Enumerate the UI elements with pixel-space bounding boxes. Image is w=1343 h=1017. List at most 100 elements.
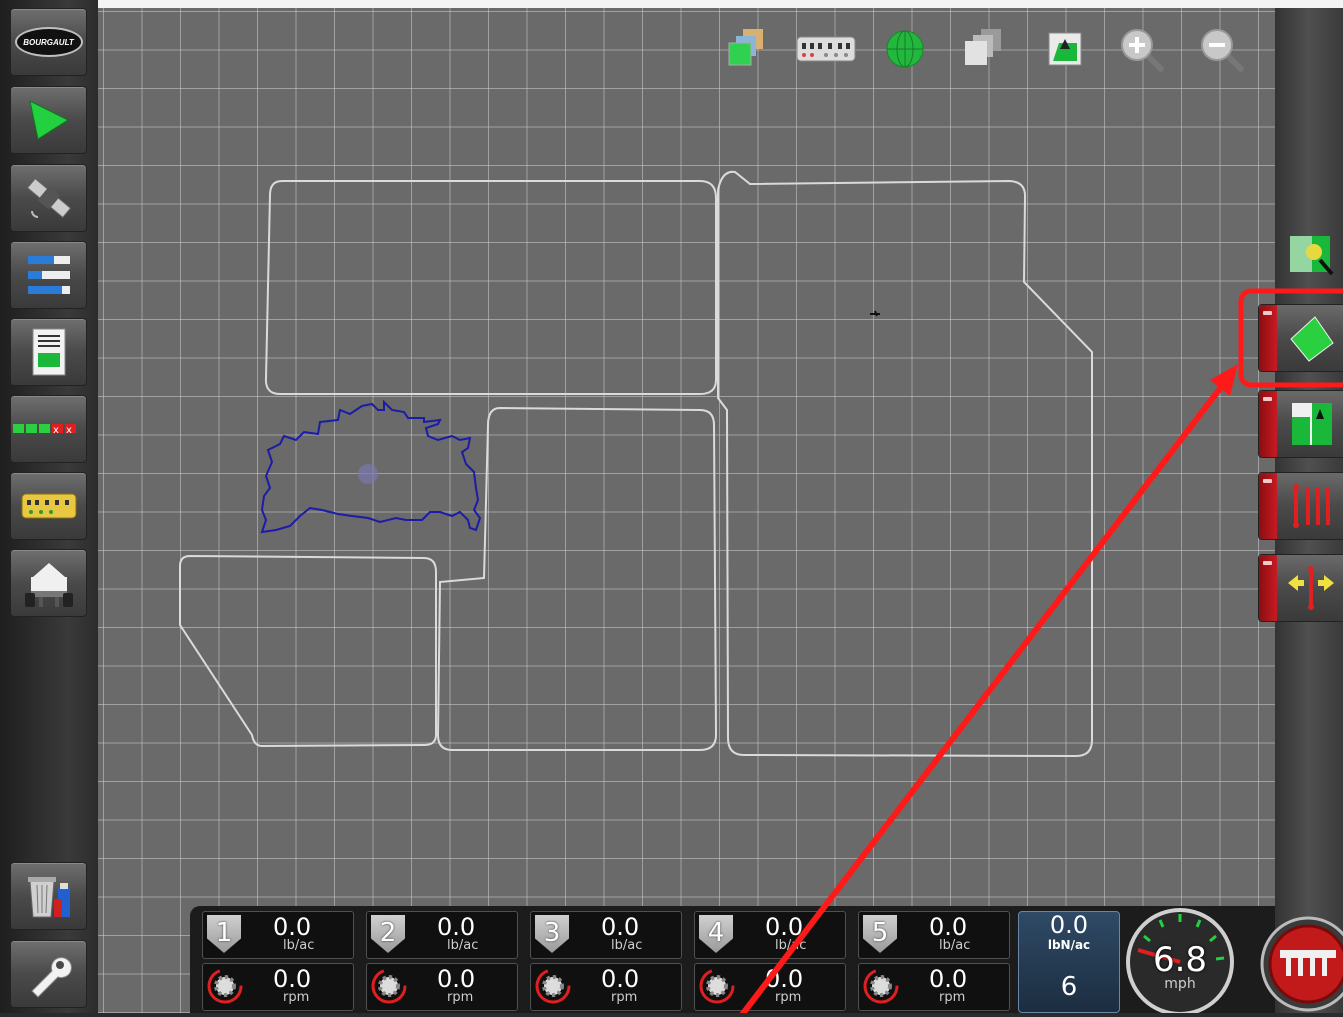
headland-icon [1283, 399, 1339, 449]
implement-stop-icon [1260, 916, 1343, 1012]
meter-gear-icon [699, 968, 735, 1004]
product-3-rate: 0.0 [601, 913, 640, 941]
product-3-speed-cell: 0.0 rpm [530, 963, 682, 1011]
meter-gear-icon [863, 968, 899, 1004]
meter-gear-icon [207, 968, 243, 1004]
product-1-rate: 0.0 [273, 913, 312, 941]
product-1-panel[interactable]: 1 0.0 lb/ac 0.0 rpm [196, 911, 354, 1011]
globe-icon[interactable] [880, 24, 930, 74]
product-2-speed-unit: rpm [447, 990, 474, 1005]
gps-satellite-button[interactable] [10, 164, 87, 232]
guidance-button[interactable] [10, 86, 87, 154]
product-4-panel[interactable]: 4 0.0 lb/ac 0.0 rpm [688, 911, 846, 1011]
field-boundary-4 [179, 554, 437, 748]
air-cart-icon [24, 563, 73, 607]
svg-text:x: x [66, 425, 72, 436]
master-stop-button[interactable] [1258, 912, 1343, 1013]
product-1-rate-cell: 1 0.0 lb/ac [202, 911, 354, 959]
product-2-speed: 0.0 [437, 965, 476, 993]
left-toolbar: BOURGAULT xx [0, 0, 98, 1013]
guidance-lines-status-indicator [1259, 473, 1277, 539]
section-status-button[interactable]: xx [10, 395, 87, 463]
meter-gear-icon [535, 968, 571, 1004]
cart-button[interactable] [10, 549, 87, 617]
section-status-icon: xx [13, 424, 76, 436]
speedometer: 6.8 mph [1124, 906, 1234, 1013]
nitrogen-rate-panel[interactable]: 0.0 lbN/ac 6 [1018, 911, 1120, 1013]
delete-data-button[interactable] [10, 862, 87, 930]
product-1-speed: 0.0 [273, 965, 312, 993]
product-5-speed: 0.0 [929, 965, 968, 993]
meter-gear-icon [371, 968, 407, 1004]
settings-button[interactable] [10, 940, 87, 1008]
product-4-rate-unit: lb/ac [775, 938, 807, 953]
field-boundary-2 [717, 170, 1093, 758]
nitrogen-rate-value: 0.0 [1049, 911, 1089, 939]
nudge-button[interactable] [1258, 554, 1343, 622]
product-4-speed-unit: rpm [775, 990, 802, 1005]
section-control-icon[interactable] [796, 24, 856, 74]
map-magnify-button[interactable] [1258, 228, 1343, 294]
zoom-out-icon[interactable] [1196, 24, 1246, 74]
field-boundary-1 [264, 180, 717, 395]
product-2-badge: 2 [371, 915, 405, 953]
implement-sections-button[interactable] [10, 472, 87, 540]
speed-unit: mph [1164, 976, 1196, 992]
map-pages-icon[interactable] [958, 24, 1008, 74]
zoom-in-icon[interactable] [1116, 24, 1166, 74]
product-list-button[interactable] [10, 241, 87, 309]
product-1-speed-cell: 0.0 rpm [202, 963, 354, 1011]
product-1-speed-unit: rpm [283, 990, 310, 1005]
field-boundaries [179, 170, 1093, 758]
product-3-badge: 3 [535, 915, 569, 953]
guidance-lines-button[interactable] [1258, 472, 1343, 540]
guidance-lines-icon [1283, 481, 1339, 531]
field-view-icon[interactable] [1040, 24, 1090, 74]
product-3-rate-cell: 3 0.0 lb/ac [530, 911, 682, 959]
product-4-rate-cell: 4 0.0 lb/ac [694, 911, 846, 959]
product-2-rate: 0.0 [437, 913, 476, 941]
headland-button[interactable] [1258, 390, 1343, 458]
nitrogen-rate-unit: lbN/ac [1047, 938, 1091, 952]
guidance-arrow-icon [28, 100, 69, 140]
product-5-speed-cell: 0.0 rpm [858, 963, 1010, 1011]
product-1-rate-unit: lb/ac [283, 938, 315, 953]
product-5-rate-unit: lb/ac [939, 938, 971, 953]
implement-sections-icon [21, 493, 76, 519]
map-magnify-icon [1290, 236, 1334, 276]
boundary-icon [1283, 313, 1339, 363]
product-4-speed: 0.0 [765, 965, 804, 993]
product-5-panel[interactable]: 5 0.0 lb/ac 0.0 rpm [852, 911, 1010, 1011]
product-5-speed-unit: rpm [939, 990, 966, 1005]
boundary-button[interactable] [1258, 304, 1343, 372]
report-icon [32, 328, 65, 376]
nudge-icon [1283, 563, 1339, 613]
product-2-speed-cell: 0.0 rpm [366, 963, 518, 1011]
field-boundary-3 [436, 406, 718, 751]
wrench-icon [30, 957, 72, 998]
product-2-rate-cell: 2 0.0 lb/ac [366, 911, 518, 959]
product-5-rate-cell: 5 0.0 lb/ac [858, 911, 1010, 959]
product-3-panel[interactable]: 3 0.0 lb/ac 0.0 rpm [524, 911, 682, 1011]
product-2-rate-unit: lb/ac [447, 938, 479, 953]
nitrogen-count: 6 [1060, 972, 1078, 1002]
product-3-speed: 0.0 [601, 965, 640, 993]
trash-usb-icon [27, 877, 70, 918]
map-layers-icon[interactable] [722, 24, 772, 74]
product-4-rate: 0.0 [765, 913, 804, 941]
bourgault-logo: BOURGAULT [14, 27, 83, 57]
boundary-status-indicator [1259, 305, 1277, 371]
product-3-rate-unit: lb/ac [611, 938, 643, 953]
satellite-icon [26, 177, 71, 219]
nudge-status-indicator [1259, 555, 1277, 621]
bourgault-logo-button[interactable]: BOURGAULT [10, 8, 87, 76]
headland-status-indicator [1259, 391, 1277, 457]
product-2-panel[interactable]: 2 0.0 lb/ac 0.0 rpm [360, 911, 518, 1011]
product-5-badge: 5 [863, 915, 897, 953]
product-5-rate: 0.0 [929, 913, 968, 941]
speed-value: 6.8 [1152, 940, 1208, 980]
report-button[interactable] [10, 318, 87, 386]
list-bars-icon [27, 256, 70, 294]
product-4-speed-cell: 0.0 rpm [694, 963, 846, 1011]
svg-text:x: x [53, 425, 59, 436]
